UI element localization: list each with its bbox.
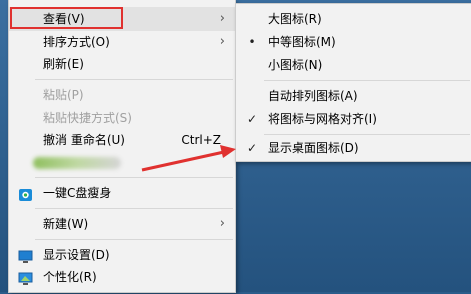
annotation-arrow-icon: [141, 145, 236, 172]
